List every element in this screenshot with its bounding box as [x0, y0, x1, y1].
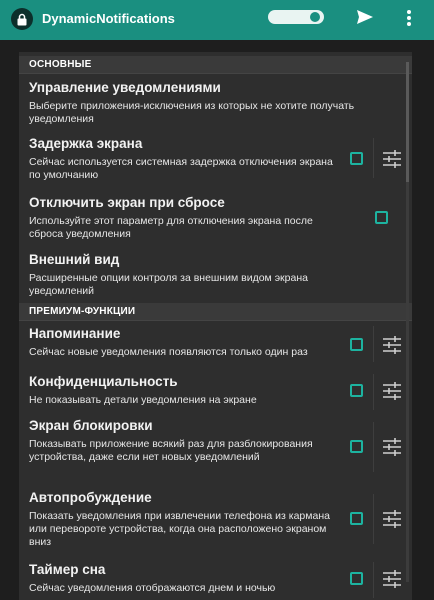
- master-toggle[interactable]: [268, 10, 324, 24]
- section-title: ОСНОВНЫЕ: [29, 59, 92, 70]
- section-header-basic: ОСНОВНЫЕ: [19, 56, 412, 74]
- privacy-checkbox[interactable]: [350, 384, 363, 397]
- pref-title: Напоминание: [29, 326, 121, 341]
- pref-screen-off-on-dismiss[interactable]: Отключить экран при сбросе Используйте э…: [19, 195, 412, 245]
- lockscreen-checkbox[interactable]: [350, 440, 363, 453]
- sliders-icon[interactable]: [381, 437, 403, 457]
- section-title: ПРЕМИУМ-ФУНКЦИИ: [29, 306, 136, 317]
- sleep-timer-checkbox[interactable]: [350, 572, 363, 585]
- sliders-icon[interactable]: [381, 335, 403, 355]
- pref-title: Экран блокировки: [29, 418, 153, 433]
- scrollbar-thumb[interactable]: [406, 62, 409, 182]
- pref-appearance[interactable]: Внешний вид Расширенные опции контроля з…: [19, 252, 412, 302]
- pref-summary: Используйте этот параметр для отключения…: [29, 215, 313, 240]
- divider: [373, 138, 374, 178]
- more-vert-icon[interactable]: [404, 8, 414, 28]
- pref-title: Таймер сна: [29, 562, 106, 577]
- auto-wakeup-checkbox[interactable]: [350, 512, 363, 525]
- app-bar: DynamicNotifications: [0, 0, 434, 40]
- pref-title: Задержка экрана: [29, 136, 143, 151]
- pref-summary: Сейчас используется системная задержка о…: [29, 156, 333, 181]
- pref-summary: Показывать приложение всякий раз для раз…: [29, 438, 313, 463]
- pref-reminder[interactable]: Напоминание Сейчас новые уведомления поя…: [19, 326, 412, 366]
- pref-summary: Расширенные опции контроля за внешним ви…: [29, 272, 308, 297]
- pref-privacy[interactable]: Конфиденциальность Не показывать детали …: [19, 374, 412, 414]
- pref-sleep-timer[interactable]: Таймер сна Сейчас уведомления отображают…: [19, 562, 412, 600]
- pref-manage-notifications[interactable]: Управление уведомлениями Выберите прилож…: [19, 80, 412, 130]
- settings-panel: ОСНОВНЫЕ Управление уведомлениями Выбери…: [19, 52, 412, 600]
- divider: [373, 326, 374, 362]
- reminder-checkbox[interactable]: [350, 338, 363, 351]
- pref-summary: Выберите приложения-исключения из которы…: [29, 100, 355, 125]
- pref-summary: Сейчас новые уведомления появляются толь…: [29, 346, 308, 358]
- divider: [373, 422, 374, 472]
- send-icon[interactable]: [356, 9, 374, 25]
- app-title: DynamicNotifications: [42, 11, 175, 26]
- sliders-icon[interactable]: [381, 509, 403, 529]
- sliders-icon[interactable]: [381, 381, 403, 401]
- pref-lockscreen[interactable]: Экран блокировки Показывать приложение в…: [19, 418, 412, 482]
- pref-screen-delay[interactable]: Задержка экрана Сейчас используется сист…: [19, 136, 412, 186]
- sliders-icon[interactable]: [381, 149, 403, 169]
- pref-title: Конфиденциальность: [29, 374, 178, 389]
- divider: [373, 374, 374, 410]
- toggle-knob: [310, 12, 320, 22]
- pref-title: Отключить экран при сбросе: [29, 195, 225, 210]
- pref-summary: Показать уведомления при извлечении теле…: [29, 510, 330, 548]
- pref-title: Внешний вид: [29, 252, 120, 267]
- section-header-premium: ПРЕМИУМ-ФУНКЦИИ: [19, 303, 412, 321]
- pref-summary: Сейчас уведомления отображаются днем и н…: [29, 582, 276, 594]
- lock-icon: [11, 8, 33, 30]
- screen-delay-checkbox[interactable]: [350, 152, 363, 165]
- pref-title: Управление уведомлениями: [29, 80, 221, 95]
- divider: [373, 494, 374, 544]
- screen-off-checkbox[interactable]: [375, 211, 388, 224]
- divider: [373, 562, 374, 598]
- pref-title: Автопробуждение: [29, 490, 152, 505]
- sliders-icon[interactable]: [381, 569, 403, 589]
- pref-auto-wakeup[interactable]: Автопробуждение Показать уведомления при…: [19, 490, 412, 554]
- pref-summary: Не показывать детали уведомления на экра…: [29, 394, 257, 406]
- scrollbar[interactable]: [406, 62, 409, 582]
